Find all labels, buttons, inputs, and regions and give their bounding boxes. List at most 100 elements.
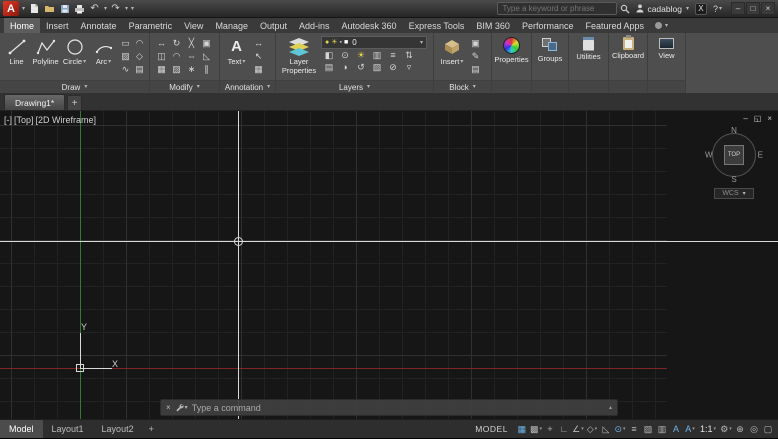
autocad-logo-icon[interactable]: A: [3, 1, 19, 16]
selection-cycling-icon[interactable]: ▥: [655, 420, 669, 439]
text-button[interactable]: A Text ▾: [223, 35, 250, 80]
tab-express-tools[interactable]: Express Tools: [403, 18, 471, 33]
tab-view[interactable]: View: [178, 18, 209, 33]
app-menu-caret-icon[interactable]: ▾: [22, 6, 25, 12]
polyline-button[interactable]: Polyline: [32, 35, 59, 80]
qat-customize-caret-icon[interactable]: ▾: [131, 6, 134, 12]
clean-screen-icon[interactable]: ▢: [761, 420, 775, 439]
clipboard-icon[interactable]: [622, 35, 634, 50]
help-button[interactable]: ? ▾: [710, 2, 725, 16]
lineweight-icon[interactable]: ≡: [627, 420, 641, 439]
layer-properties-button[interactable]: Layer Properties: [279, 35, 319, 80]
new-drawing-icon[interactable]: [28, 2, 41, 16]
drawing-area[interactable]: [-] [Top] [2D Wireframe] – ◱ × N W E S T…: [0, 111, 778, 419]
gradient-icon[interactable]: ▤: [133, 63, 146, 75]
layers-panel-label[interactable]: Layers ▾: [276, 80, 433, 93]
plot-icon[interactable]: [73, 2, 86, 16]
polar-tracking-icon[interactable]: ∠ ▾: [571, 420, 585, 439]
arc-button[interactable]: Arc ▾: [90, 35, 117, 80]
wcs-dropdown[interactable]: WCS ▾: [714, 188, 754, 199]
layer-lock-icon[interactable]: ▥: [369, 49, 385, 61]
layer-unlock-icon[interactable]: ▿: [401, 61, 417, 73]
layout1-tab[interactable]: Layout1: [43, 420, 93, 438]
command-input[interactable]: Type a command: [192, 403, 261, 413]
make-current-icon[interactable]: ⇅: [401, 49, 417, 61]
tab-manage[interactable]: Manage: [209, 18, 254, 33]
tab-performance[interactable]: Performance: [516, 18, 580, 33]
fillet-icon[interactable]: ◠: [170, 50, 183, 62]
viewport-control-minus[interactable]: [-]: [4, 115, 12, 125]
search-input[interactable]: [497, 2, 618, 15]
minimize-button[interactable]: –: [731, 2, 745, 15]
undo-caret-icon[interactable]: ▾: [104, 6, 107, 12]
properties-label[interactable]: Properties: [494, 55, 528, 65]
ucs-origin-box[interactable]: [76, 364, 84, 372]
isolate-objects-icon[interactable]: ◎: [747, 420, 761, 439]
doc-minimize-icon[interactable]: –: [743, 114, 747, 123]
viewcube-north[interactable]: N: [731, 126, 737, 135]
viewport-control-view[interactable]: [Top]: [14, 115, 34, 125]
viewcube[interactable]: N W E S TOP WCS ▾: [704, 125, 764, 199]
grid-display-icon[interactable]: ▦: [515, 420, 529, 439]
new-layout-button[interactable]: +: [143, 420, 160, 438]
table-icon[interactable]: ▦: [252, 63, 265, 75]
block-panel-label[interactable]: Block ▾: [434, 80, 491, 93]
leader-icon[interactable]: ↖: [252, 50, 265, 62]
trim-icon[interactable]: ╳: [185, 37, 198, 49]
dimension-icon[interactable]: ↔: [252, 37, 265, 49]
array-icon[interactable]: ▦: [155, 63, 168, 75]
tab-autodesk-360[interactable]: Autodesk 360: [336, 18, 403, 33]
offset-icon[interactable]: ∥: [200, 63, 213, 75]
draw-panel-label[interactable]: Draw ▾: [0, 80, 149, 93]
stretch-icon[interactable]: ⇔: [185, 50, 198, 62]
polygon-icon[interactable]: ◇: [133, 50, 146, 62]
tab-featured-apps[interactable]: Featured Apps: [579, 18, 650, 33]
tab-annotate[interactable]: Annotate: [75, 18, 123, 33]
transparency-icon[interactable]: ▨: [641, 420, 655, 439]
doc-close-icon[interactable]: ×: [767, 114, 772, 123]
layer-off-icon[interactable]: ◧: [321, 49, 337, 61]
tab-insert[interactable]: Insert: [40, 18, 75, 33]
open-icon[interactable]: [43, 2, 56, 16]
view-icon[interactable]: [659, 38, 674, 49]
viewport-control-visual-style[interactable]: [2D Wireframe]: [36, 115, 97, 125]
tab-output[interactable]: Output: [254, 18, 293, 33]
layer-walk-icon[interactable]: ◑: [337, 61, 353, 73]
clipboard-label[interactable]: Clipboard: [612, 51, 644, 61]
circle-button[interactable]: Circle ▾: [61, 35, 88, 80]
annotation-scale-button[interactable]: 1:1 ▾: [697, 420, 719, 439]
save-icon[interactable]: [58, 2, 71, 16]
layer-dropdown-caret-icon[interactable]: ▾: [420, 40, 423, 46]
help-caret-icon[interactable]: ▾: [719, 6, 722, 12]
modify-panel-label[interactable]: Modify ▾: [150, 80, 219, 93]
ortho-mode-icon[interactable]: ∟: [557, 420, 571, 439]
viewcube-top-face[interactable]: TOP: [724, 145, 744, 165]
undo-icon[interactable]: ↶: [88, 2, 101, 16]
ribbon-cycle-caret-icon[interactable]: ▾: [665, 23, 668, 29]
doc-restore-icon[interactable]: ◱: [754, 114, 762, 123]
annotation-monitor-icon[interactable]: ⊕: [733, 420, 747, 439]
exchange-apps-icon[interactable]: X: [692, 2, 710, 16]
signin-button[interactable]: cadablog ▾: [633, 4, 692, 14]
layer-state-icon[interactable]: ▤: [321, 61, 337, 73]
tab-add-ins[interactable]: Add-ins: [293, 18, 336, 33]
rectangle-icon[interactable]: ▭: [119, 37, 132, 49]
drawing-tab[interactable]: Drawing1*: [4, 94, 66, 110]
autoscale-icon[interactable]: A ▾: [683, 420, 697, 439]
insert-button[interactable]: Insert ▾: [437, 35, 467, 80]
view-label[interactable]: View: [658, 51, 674, 61]
new-drawing-tab-button[interactable]: +: [67, 95, 83, 110]
viewcube-south[interactable]: S: [731, 175, 736, 184]
tab-bim-360[interactable]: BIM 360: [470, 18, 516, 33]
command-customize-icon[interactable]: ▾: [175, 403, 188, 412]
spline-icon[interactable]: ∿: [119, 63, 132, 75]
tab-home[interactable]: Home: [4, 18, 41, 33]
snap-mode-icon[interactable]: ▩ ▾: [529, 420, 543, 439]
model-space-button[interactable]: MODEL: [475, 424, 508, 434]
workspace-switching-icon[interactable]: ⚙ ▾: [719, 420, 733, 439]
annotation-visibility-icon[interactable]: A: [669, 420, 683, 439]
ribbon-display-toggle[interactable]: ▾: [650, 18, 673, 33]
layer-isolate-icon[interactable]: ⊙: [337, 49, 353, 61]
model-tab[interactable]: Model: [0, 420, 43, 438]
utilities-label[interactable]: Utilities: [576, 52, 600, 62]
